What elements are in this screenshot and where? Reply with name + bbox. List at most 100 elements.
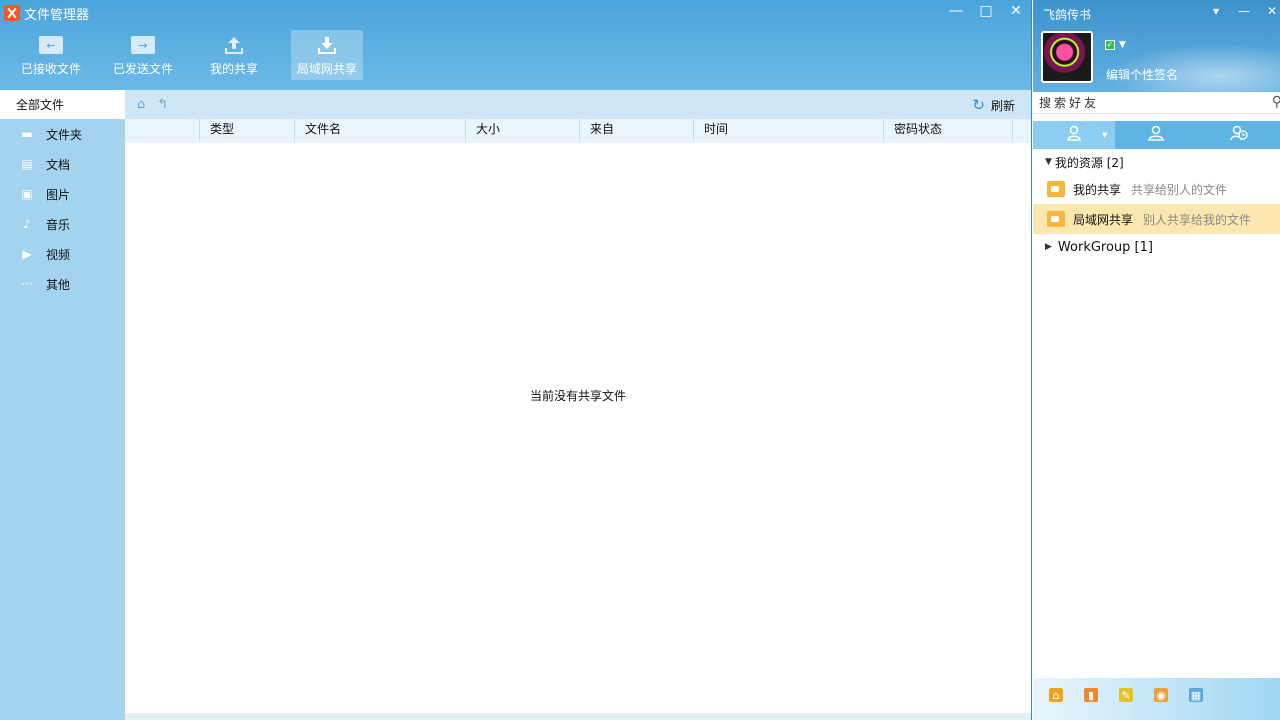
music-icon: ♪ — [23, 217, 31, 231]
app-icon[interactable]: ▦ — [1189, 688, 1203, 702]
video-icon: ▶ — [22, 247, 32, 261]
my-share-label: 我的共享 — [209, 62, 258, 76]
messenger-header: 飞鸽传书 ▾ — ✕ ✓ ▼ 编辑个性签名 — [1033, 0, 1280, 92]
status-strip — [125, 713, 1031, 720]
share-folder-icon — [1047, 181, 1065, 197]
window-title: 文件管理器 — [24, 7, 90, 23]
column-from[interactable]: 来自 — [579, 119, 693, 141]
bottom-toolbar: ⌂ ▮ ✎ ◉ ▦ — [1033, 678, 1280, 720]
app-logo-icon — [4, 5, 20, 21]
resource-my-share[interactable]: 我的共享 共享给别人的文件 — [1033, 174, 1280, 204]
friend-search-input[interactable]: 搜索好友 ⚲ — [1033, 92, 1280, 114]
sidebar-item-documents[interactable]: ▤ 文档 — [0, 149, 125, 179]
sidebar-item-label: 其他 — [46, 277, 71, 292]
sidebar-item-folders[interactable]: ▬ 文件夹 — [0, 119, 125, 149]
resource-lan-share[interactable]: 局域网共享 别人共享给我的文件 — [1033, 204, 1280, 234]
menu-button[interactable]: ▾ — [1202, 2, 1230, 20]
messenger-minimize-button[interactable]: — — [1230, 2, 1258, 20]
group-my-resources[interactable]: ▼ 我的资源 [2] — [1033, 150, 1280, 174]
sidebar-item-label: 图片 — [46, 187, 71, 202]
resource-name: 我的共享 — [1073, 182, 1122, 197]
search-label: 搜索好友 — [1039, 96, 1100, 110]
expand-down-icon: ▼ — [1045, 157, 1052, 167]
contact-tabs: ▼ — [1033, 121, 1280, 149]
document-icon: ▤ — [21, 157, 33, 171]
tab-groups[interactable] — [1115, 121, 1197, 149]
group-workgroup[interactable]: ▶ WorkGroup [1] — [1033, 234, 1280, 260]
sent-files-label: 已发送文件 — [112, 62, 173, 76]
resource-tree: ▼ 我的资源 [2] 我的共享 共享给别人的文件 局域网共享 别人共享给我的文件… — [1033, 150, 1280, 260]
file-manager-window: 文件管理器 — □ ✕ ← 已接收文件 → 已发送文件 我的共享 局域网共享 全… — [0, 0, 1032, 720]
column-filename[interactable]: 文件名 — [294, 119, 465, 141]
sent-files-button[interactable]: → 已发送文件 — [112, 30, 174, 80]
file-list: 当前没有共享文件 — [125, 143, 1031, 713]
chevron-down-icon: ▼ — [1119, 40, 1126, 50]
sidebar-item-all-files[interactable]: 全部文件 — [0, 90, 125, 119]
recent-icon — [1230, 125, 1248, 145]
more-icon: ··· — [21, 277, 33, 291]
note-icon[interactable]: ✎ — [1119, 688, 1133, 702]
lan-folder-icon — [1047, 211, 1065, 227]
lan-share-label: 局域网共享 — [296, 62, 357, 76]
minimize-button[interactable]: — — [941, 0, 971, 22]
tab-contacts[interactable]: ▼ — [1033, 121, 1116, 149]
avatar[interactable] — [1041, 31, 1093, 83]
online-status-selector[interactable]: ✓ ▼ — [1105, 40, 1126, 50]
received-files-button[interactable]: ← 已接收文件 — [20, 30, 82, 80]
received-files-label: 已接收文件 — [20, 62, 81, 76]
path-bar: ⌂ ↰ ↻ 刷新 — [125, 90, 1031, 119]
sidebar-item-videos[interactable]: ▶ 视频 — [0, 239, 125, 269]
home-icon[interactable]: ⌂ — [1049, 688, 1063, 702]
folder-icon: ▬ — [21, 127, 33, 141]
column-type[interactable]: 类型 — [199, 119, 294, 141]
file-table-header: 类型 文件名 大小 来自 时间 密码状态 — [125, 119, 1031, 143]
upload-share-icon — [222, 34, 246, 56]
photo-icon[interactable]: ◉ — [1154, 688, 1168, 702]
image-icon: ▣ — [21, 187, 33, 201]
sidebar-item-other[interactable]: ··· 其他 — [0, 269, 125, 299]
sent-files-icon: → — [131, 34, 155, 56]
sidebar-item-images[interactable]: ▣ 图片 — [0, 179, 125, 209]
received-files-icon: ← — [39, 34, 63, 56]
sidebar-item-label: 音乐 — [46, 217, 71, 232]
tab-recent[interactable] — [1198, 121, 1280, 149]
refresh-button[interactable]: ↻ 刷新 — [972, 96, 1015, 114]
empty-message: 当前没有共享文件 — [530, 389, 627, 403]
online-status-icon: ✓ — [1105, 40, 1115, 50]
sidebar-item-label: 文件夹 — [46, 127, 83, 142]
book-icon[interactable]: ▮ — [1084, 688, 1098, 702]
my-share-button[interactable]: 我的共享 — [208, 30, 260, 80]
search-icon[interactable]: ⚲ — [1272, 94, 1280, 110]
column-password-status[interactable]: 密码状态 — [883, 119, 1013, 141]
workgroup-label: WorkGroup [1] — [1057, 239, 1153, 255]
messenger-window-controls: ▾ — ✕ — [1202, 2, 1280, 20]
sidebar-item-music[interactable]: ♪ 音乐 — [0, 209, 125, 239]
column-time[interactable]: 时间 — [693, 119, 883, 141]
close-button[interactable]: ✕ — [1001, 0, 1031, 22]
resource-desc: 别人共享给我的文件 — [1143, 212, 1252, 227]
lan-share-button[interactable]: 局域网共享 — [291, 30, 363, 80]
refresh-label: 刷新 — [990, 98, 1015, 113]
download-lan-icon — [315, 34, 339, 56]
sidebar-item-label: 文档 — [46, 157, 71, 172]
resource-name: 局域网共享 — [1073, 212, 1134, 227]
sidebar-item-label: 视频 — [46, 247, 71, 262]
refresh-icon: ↻ — [972, 96, 985, 114]
category-sidebar: 全部文件 ▬ 文件夹 ▤ 文档 ▣ 图片 ♪ 音乐 ▶ 视频 ··· 其他 — [0, 90, 125, 720]
group-icon — [1147, 125, 1165, 145]
contact-icon — [1066, 125, 1082, 145]
maximize-button[interactable]: □ — [971, 0, 1001, 22]
messenger-close-button[interactable]: ✕ — [1258, 2, 1280, 20]
messenger-panel: 飞鸽传书 ▾ — ✕ ✓ ▼ 编辑个性签名 搜索好友 ⚲ ▼ ▼ 我的资源 [2… — [1033, 0, 1280, 720]
group-label: 我的资源 [2] — [1054, 155, 1124, 170]
messenger-title: 飞鸽传书 — [1043, 8, 1092, 22]
chevron-down-icon: ▼ — [1101, 131, 1108, 139]
file-manager-header: 文件管理器 — □ ✕ ← 已接收文件 → 已发送文件 我的共享 局域网共享 — [0, 0, 1031, 90]
up-level-icon[interactable]: ↰ — [157, 97, 168, 112]
signature-field[interactable]: 编辑个性签名 — [1106, 66, 1178, 83]
window-controls: — □ ✕ — [941, 0, 1031, 22]
column-size[interactable]: 大小 — [465, 119, 579, 141]
home-icon[interactable]: ⌂ — [137, 97, 145, 112]
expand-right-icon: ▶ — [1045, 242, 1052, 252]
window-title-bar: 文件管理器 — [4, 4, 90, 23]
